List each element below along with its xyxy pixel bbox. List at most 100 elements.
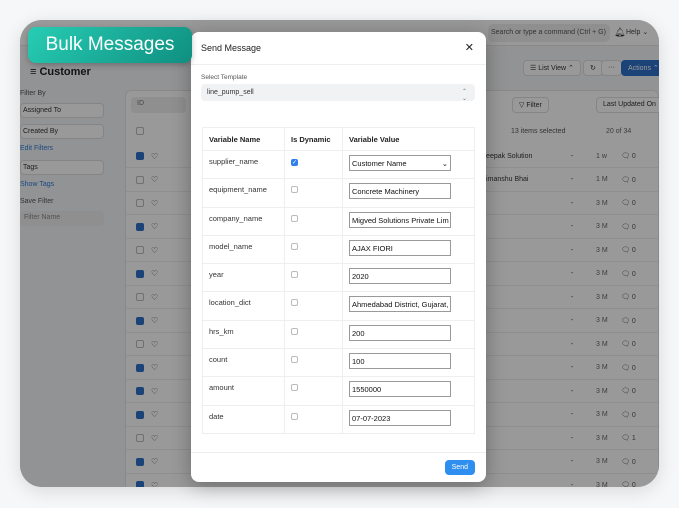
heart-icon[interactable]: ♡	[151, 175, 158, 184]
send-button[interactable]: Send	[444, 460, 475, 475]
filter-name-input[interactable]: Filter Name	[20, 211, 104, 226]
row-checkbox[interactable]	[136, 387, 144, 395]
comment-icon: 🗨︎	[621, 364, 630, 372]
heart-icon[interactable]: ♡	[151, 246, 158, 255]
select-all-checkbox[interactable]	[136, 127, 144, 135]
comment-icon: 🗨︎	[621, 270, 630, 278]
is-dynamic-checkbox[interactable]	[291, 242, 298, 250]
customer-name: Deepak Solution	[481, 152, 533, 160]
edit-filters-link[interactable]: Edit Filters	[20, 145, 104, 152]
modified-time: 3 M	[596, 434, 608, 442]
heart-icon[interactable]: ♡	[151, 410, 158, 419]
variable-value-select[interactable]: Customer Name ⌄	[349, 155, 451, 171]
is-dynamic-checkbox[interactable]	[291, 384, 298, 392]
variable-row: supplier_name ✓ Customer Name ⌄	[202, 149, 475, 180]
comment-icon: 🗨︎	[621, 153, 630, 160]
modified-time: 1 M	[596, 176, 608, 183]
search-bar[interactable]: Search or type a command (Ctrl + G)	[488, 24, 610, 42]
comment-icon: 🗨︎	[621, 200, 630, 207]
show-tags-link[interactable]: Show Tags	[20, 181, 104, 188]
comment-count-value: 0	[631, 294, 636, 301]
template-select[interactable]: line_pump_sell ⌃ ⌄	[201, 84, 475, 102]
is-dynamic-checkbox[interactable]	[291, 186, 298, 194]
row-dash: -	[571, 481, 574, 488]
row-dash: -	[571, 411, 574, 418]
row-checkbox[interactable]	[136, 340, 144, 348]
filter-button[interactable]: ▽ Filter	[512, 97, 549, 113]
heart-icon[interactable]: ♡	[151, 222, 158, 231]
heart-icon[interactable]: ♡	[151, 316, 158, 325]
comment-icon: 🗨︎	[621, 458, 630, 466]
variable-value-input[interactable]: 200	[349, 324, 451, 341]
row-checkbox[interactable]	[136, 457, 144, 466]
variable-value-input[interactable]: Migved Solutions Private Lim	[349, 211, 451, 228]
heart-icon[interactable]: ♡	[151, 481, 158, 488]
heart-icon[interactable]: ♡	[151, 152, 158, 161]
assigned-to-filter[interactable]: Assigned To	[20, 103, 104, 118]
heart-icon[interactable]: ♡	[151, 340, 158, 349]
row-checkbox[interactable]	[136, 152, 144, 160]
row-checkbox[interactable]	[136, 199, 144, 207]
row-checkbox[interactable]	[136, 269, 144, 278]
is-dynamic-checkbox[interactable]	[291, 327, 298, 335]
variable-row: year 2020	[202, 263, 475, 293]
dialog-header: Send Message ✕	[191, 32, 486, 65]
row-checkbox[interactable]	[136, 293, 144, 301]
modified-time: 3 M	[596, 364, 608, 371]
heart-icon[interactable]: ♡	[151, 269, 158, 278]
heart-icon[interactable]: ♡	[151, 363, 158, 372]
id-search-input[interactable]: ID	[131, 97, 186, 113]
is-dynamic-checkbox[interactable]	[291, 271, 298, 279]
row-checkbox[interactable]	[136, 222, 144, 231]
row-checkbox[interactable]	[136, 481, 144, 487]
is-dynamic-checkbox[interactable]	[291, 299, 298, 307]
modified-time: 1 w	[596, 152, 607, 160]
select-all-row	[136, 127, 151, 135]
variable-value-input[interactable]: Ahmedabad District, Gujarat,	[349, 296, 451, 313]
is-dynamic-checkbox[interactable]	[291, 412, 298, 420]
heart-icon[interactable]: ♡	[151, 387, 158, 396]
more-button[interactable]: ···	[601, 60, 622, 76]
bell-icon[interactable]: 🔔︎	[614, 27, 625, 38]
row-checkbox[interactable]	[136, 434, 144, 442]
variable-row: equipment_name Concrete Machinery	[202, 178, 475, 208]
created-by-filter[interactable]: Created By	[20, 124, 104, 139]
row-dash: -	[571, 317, 574, 324]
row-checkbox[interactable]	[136, 363, 144, 372]
heart-icon[interactable]: ♡	[151, 199, 158, 208]
comment-count-value: 0	[631, 200, 636, 207]
row-dash: -	[571, 364, 574, 371]
variable-name: hrs_km	[202, 319, 285, 350]
is-dynamic-checkbox[interactable]	[291, 214, 298, 222]
heart-icon[interactable]: ♡	[151, 293, 158, 302]
is-dynamic-checkbox[interactable]	[291, 356, 298, 364]
row-checkbox[interactable]	[136, 246, 144, 254]
help-menu[interactable]: Help ⌄	[626, 28, 648, 36]
row-checkbox[interactable]	[136, 410, 144, 419]
variable-name: model_name	[202, 234, 285, 265]
close-icon[interactable]: ✕	[465, 41, 474, 54]
template-label: Select Template	[201, 74, 248, 81]
variable-value-input[interactable]: 07-07-2023	[349, 409, 451, 426]
actions-button[interactable]: Actions ⌃	[621, 60, 659, 76]
comment-count: 🗨︎ 0	[621, 387, 636, 395]
tags-filter[interactable]: Tags	[20, 160, 104, 175]
variable-value-input[interactable]: 2020	[349, 268, 451, 285]
is-dynamic-checkbox[interactable]: ✓	[291, 159, 298, 166]
heart-icon[interactable]: ♡	[151, 434, 158, 443]
variable-value-input[interactable]: 1550000	[349, 381, 451, 398]
sort-button[interactable]: Last Updated On	[596, 97, 659, 113]
comment-count: 🗨︎ 0	[621, 364, 636, 372]
variable-value-input[interactable]: 100	[349, 353, 451, 370]
comment-count-value: 0	[631, 176, 636, 184]
row-checkbox[interactable]	[136, 175, 144, 184]
variable-value-input[interactable]: Concrete Machinery	[349, 183, 451, 200]
list-view-button[interactable]: ☰ List View ⌃	[523, 60, 581, 76]
filter-label: Filter	[526, 102, 542, 109]
refresh-button[interactable]: ↻	[583, 60, 603, 76]
heart-icon[interactable]: ♡	[151, 457, 158, 466]
row-checkbox[interactable]	[136, 316, 144, 325]
variable-value-input[interactable]: AJAX FIORI	[349, 239, 451, 256]
comment-icon: 🗨︎	[621, 317, 630, 325]
bulk-messages-badge: Bulk Messages	[28, 27, 192, 63]
